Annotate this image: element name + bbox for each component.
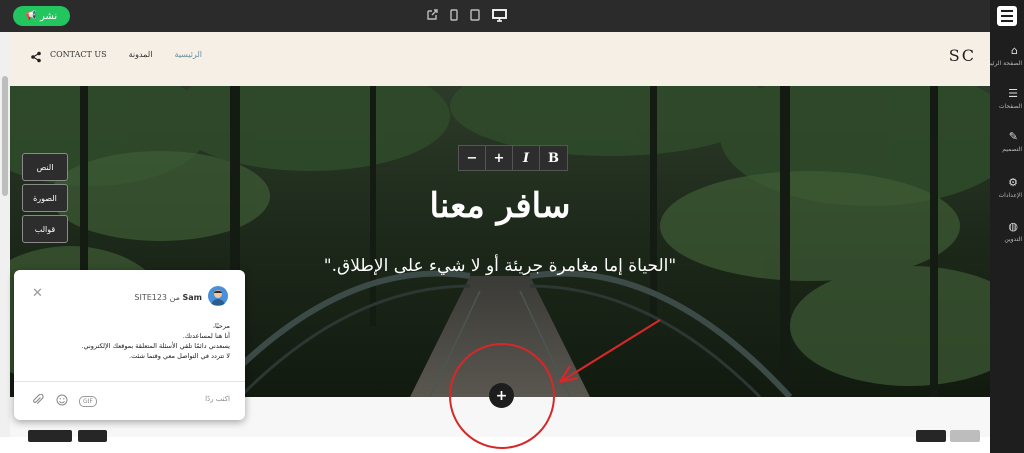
home-icon: ⌂ bbox=[1011, 44, 1018, 57]
tablet-icon[interactable] bbox=[470, 9, 480, 23]
nav-item-blog[interactable]: المدونة bbox=[129, 50, 153, 59]
page-scrollbar[interactable] bbox=[0, 32, 10, 437]
tool-text-button[interactable]: النص bbox=[22, 153, 68, 181]
external-link-icon[interactable] bbox=[426, 9, 438, 23]
emoji-icon[interactable] bbox=[56, 394, 68, 408]
agent-name: Sam bbox=[182, 293, 203, 302]
nav-item-home[interactable]: الرئيسية bbox=[174, 50, 202, 59]
chat-divider bbox=[14, 381, 245, 382]
site-header: CONTACT US المدونة الرئيسية SC bbox=[10, 32, 990, 86]
plus-icon: + bbox=[495, 387, 508, 404]
page-bottom bbox=[0, 437, 1024, 453]
section-tool-button[interactable] bbox=[950, 430, 980, 442]
mobile-icon[interactable] bbox=[450, 9, 458, 23]
agent-from: من SITE123 bbox=[134, 293, 180, 302]
text-format-toolbar: − + I B bbox=[458, 145, 568, 171]
editor-topbar: 📢 نشر bbox=[0, 0, 1024, 32]
menu-icon[interactable] bbox=[997, 6, 1017, 26]
add-section-button[interactable]: + bbox=[489, 383, 514, 408]
site-logo[interactable]: SC bbox=[949, 46, 976, 65]
chat-reply-input[interactable]: اكتب ردًا bbox=[164, 395, 230, 403]
device-switcher bbox=[426, 6, 507, 26]
attachment-icon[interactable] bbox=[32, 393, 44, 408]
sidebar-item-blog[interactable]: ◍ التدوين bbox=[990, 220, 1024, 243]
pages-icon: ☰ bbox=[1008, 87, 1018, 100]
tool-image-button[interactable]: الصورة bbox=[22, 184, 68, 212]
chat-popup: ✕ Sam من SITE123 مرحبًا، أنا هنا لمساعدت… bbox=[14, 270, 245, 420]
chat-line: مرحبًا، bbox=[212, 322, 230, 330]
close-icon[interactable]: ✕ bbox=[32, 286, 43, 301]
chat-message: مرحبًا، أنا هنا لمساعدتك. يسعدني دائمًا … bbox=[34, 321, 230, 361]
editor-window: 📢 نشر CONTACT US المدونة الرئيسية SC − +… bbox=[0, 0, 1024, 453]
scrollbar-thumb[interactable] bbox=[2, 76, 8, 196]
chat-agent-line: Sam من SITE123 bbox=[94, 293, 202, 302]
share-icon[interactable] bbox=[30, 51, 42, 63]
gear-icon: ⚙ bbox=[1008, 176, 1018, 189]
section-tool-button[interactable] bbox=[916, 430, 946, 442]
chat-line: يسعدني دائمًا تلقي الأسئلة المتعلقة بموق… bbox=[81, 342, 230, 350]
globe-icon: ◍ bbox=[1008, 220, 1018, 233]
chat-line: لا تتردد في التواصل معي وقتما شئت. bbox=[129, 352, 230, 360]
sidebar-item-home[interactable]: ⌂ الصفحة الرئيسية bbox=[990, 44, 1024, 67]
section-tool-button[interactable] bbox=[78, 430, 107, 442]
hero-title[interactable]: سافر معنا bbox=[10, 186, 990, 226]
increase-size-button[interactable]: + bbox=[486, 146, 513, 170]
bold-button[interactable]: B bbox=[540, 146, 567, 170]
nav-item-contact[interactable]: CONTACT US bbox=[50, 50, 107, 59]
publish-label: نشر bbox=[39, 10, 58, 22]
desktop-icon[interactable] bbox=[492, 8, 507, 24]
chat-line: أنا هنا لمساعدتك. bbox=[182, 332, 230, 340]
avatar bbox=[208, 286, 228, 306]
brush-icon: ✎ bbox=[1008, 130, 1018, 143]
publish-button[interactable]: 📢 نشر bbox=[13, 6, 70, 26]
site-nav: CONTACT US المدونة الرئيسية bbox=[50, 50, 202, 59]
sidebar-item-design[interactable]: ✎ التصميم bbox=[990, 130, 1024, 153]
gif-button[interactable]: GIF bbox=[79, 396, 97, 407]
tool-templates-button[interactable]: قوالب bbox=[22, 215, 68, 243]
sidebar-item-settings[interactable]: ⚙ الإعدادات bbox=[990, 176, 1024, 199]
section-tool-button[interactable] bbox=[28, 430, 72, 442]
editor-sidebar: ⌂ الصفحة الرئيسية ☰ الصفحات ✎ التصميم ⚙ … bbox=[990, 0, 1024, 453]
megaphone-icon: 📢 bbox=[25, 11, 37, 21]
decrease-size-button[interactable]: − bbox=[459, 146, 486, 170]
italic-button[interactable]: I bbox=[513, 146, 540, 170]
sidebar-item-pages[interactable]: ☰ الصفحات bbox=[990, 87, 1024, 110]
